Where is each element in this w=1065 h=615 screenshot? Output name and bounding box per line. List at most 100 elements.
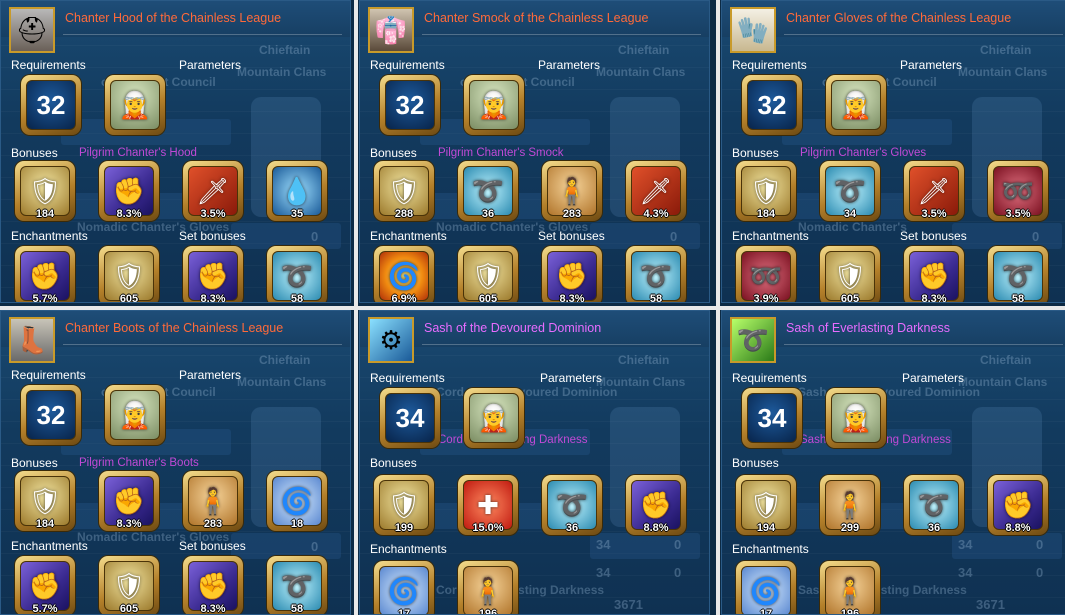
bonus-stat-tile[interactable]: 🧍 283 <box>542 161 602 221</box>
hood-icon: ⛑ <box>9 7 55 53</box>
bonus-stat-tile[interactable]: ➿ 3.5% <box>988 161 1048 221</box>
item-set-name: Pilgrim Chanter's Smock <box>438 147 564 159</box>
bonus-stat-tile[interactable]: ✊ 8.3% <box>99 161 159 221</box>
bonus-stat-tile[interactable]: ➰ 34 <box>820 161 880 221</box>
ghost-count: 34 <box>958 537 973 552</box>
attack-sword-icon-glyph: 🗡 <box>917 176 951 206</box>
class-requirement-tile[interactable]: 🧝 <box>464 75 524 135</box>
bonus-stat-tile[interactable]: 🛡 184 <box>15 471 75 531</box>
class-requirement-tile[interactable]: 🧝 <box>826 75 886 135</box>
bonus-stat-tile[interactable]: ➰ 36 <box>542 475 602 535</box>
enchantment-stat-tile[interactable]: 🌀 6.9% <box>374 246 434 302</box>
level-requirement-tile[interactable]: 32 <box>21 75 81 135</box>
enchantment-stat-tile[interactable]: ✊ 8.3% <box>183 556 243 614</box>
bonus-stat-tile[interactable]: 🛡 288 <box>374 161 434 221</box>
class-requirement-tile[interactable]: 🧝 <box>105 385 165 445</box>
enchantment-stat-tile[interactable]: 🧍 196 <box>820 561 880 614</box>
required-level: 34 <box>757 402 787 433</box>
hp-shield-icon-glyph: 🛡 <box>833 261 867 291</box>
enchantment-stat-tile[interactable]: ➰ 58 <box>988 246 1048 302</box>
body-icon-glyph: 🧍 <box>471 576 505 606</box>
spiral-icon-glyph: 🌀 <box>749 576 783 606</box>
section-label-requirements: Requirements <box>370 371 445 385</box>
class-requirement-tile[interactable]: 🧝 <box>464 388 524 448</box>
level-requirement-tile[interactable]: 32 <box>742 75 802 135</box>
ghost-count: 0 <box>311 539 319 554</box>
tooltip-title-bar: ⚙ Sash of the Devoured Dominion <box>360 311 709 363</box>
enchantment-stat-tile[interactable]: 🧍 196 <box>458 561 518 614</box>
enchantment-stat-tile[interactable]: ✊ 5.7% <box>15 556 75 615</box>
bonus-stat-tile[interactable]: ➰ 36 <box>904 475 964 535</box>
section-label-set-bonuses: Set bonuses <box>900 229 967 243</box>
crit-gauntlet-icon-glyph: ✊ <box>112 486 146 516</box>
bonus-stat-tile[interactable]: 🗡 3.5% <box>904 161 964 221</box>
tooltip-title-bar: ➰ Sash of Everlasting Darkness <box>722 311 1065 363</box>
level-requirement-tile[interactable]: 34 <box>380 388 440 448</box>
stat-value: 605 <box>119 293 139 303</box>
bonus-stat-tile[interactable]: ➰ 36 <box>458 161 518 221</box>
staff-icon-glyph: ➰ <box>1001 261 1035 291</box>
enchantment-stat-tile[interactable]: ➿ 3.9% <box>736 246 796 302</box>
enchantment-stat-tile[interactable]: 🌀 17 <box>736 561 796 614</box>
ghost-item-name-mid: Nomadic Chanter's <box>798 220 907 234</box>
bonus-stat-tile[interactable]: ✊ 8.3% <box>99 471 159 531</box>
enchantment-stat-tile[interactable]: ✊ 8.3% <box>542 246 602 302</box>
stat-value: 36 <box>565 522 579 534</box>
enchantment-stat-tile[interactable]: 🛡 605 <box>99 556 159 614</box>
bonus-stat-tile[interactable]: 🗡 3.5% <box>183 161 243 221</box>
enchantment-stat-tile[interactable]: ✊ 8.3% <box>183 246 243 303</box>
section-label-parameters: Parameters <box>179 58 242 72</box>
stat-value: 35 <box>290 208 304 220</box>
bonus-stat-tile[interactable]: ✊ 8.8% <box>988 475 1048 535</box>
chanter-class-icon-glyph: 🧝 <box>477 90 511 120</box>
bonus-stat-tile[interactable]: 🛡 199 <box>374 475 434 535</box>
stat-value: 283 <box>562 208 582 220</box>
bonus-stat-tile[interactable]: 💧 35 <box>267 161 327 221</box>
title-underline <box>63 344 342 345</box>
item-tooltip-panel: Chieftain Mountain Clans Cord of the Devou… <box>359 310 710 615</box>
panel-divider <box>354 0 358 615</box>
stat-value: 194 <box>756 522 776 534</box>
enchantment-stat-tile[interactable]: ➰ 58 <box>267 556 327 614</box>
enchantment-stat-tile[interactable]: ➰ 58 <box>626 246 686 302</box>
bonus-stat-tile[interactable]: 🗡 4.3% <box>626 161 686 221</box>
ghost-clan-label: Mountain Clans <box>596 65 686 79</box>
enchantment-stat-tile[interactable]: 🛡 605 <box>458 246 518 303</box>
bonus-stat-tile[interactable]: 🛡 184 <box>736 161 796 221</box>
stat-value: 605 <box>478 293 498 303</box>
item-title: Sash of the Devoured Dominion <box>424 321 602 335</box>
ghost-count: 0 <box>1036 537 1044 552</box>
enchantment-stat-tile[interactable]: 🌀 17 <box>374 561 434 614</box>
bonus-stat-tile[interactable]: 🧍 299 <box>820 475 880 535</box>
bonus-stat-tile[interactable]: ✊ 8.8% <box>626 475 686 535</box>
level-requirement-tile[interactable]: 34 <box>742 388 802 448</box>
class-requirement-tile[interactable]: 🧝 <box>105 75 165 135</box>
bonus-stat-tile[interactable]: 🛡 194 <box>736 475 796 535</box>
bonus-stat-tile[interactable]: ✚ 15.0% <box>458 475 518 535</box>
bonus-stat-tile[interactable]: 🌀 18 <box>267 471 327 531</box>
title-underline <box>784 344 1063 345</box>
enchantment-stat-tile[interactable]: 🛡 605 <box>820 246 880 302</box>
hp-shield-icon-glyph: 🛡 <box>471 261 505 291</box>
tooltip-title-bar: 👘 Chanter Smock of the Chainless League <box>360 1 709 53</box>
bonus-stat-tile[interactable]: 🛡 184 <box>15 161 75 221</box>
bonus-stat-tile[interactable]: 🧍 283 <box>183 471 243 531</box>
level-requirement-tile[interactable]: 32 <box>380 75 440 135</box>
ghost-count: 0 <box>1032 229 1040 244</box>
stat-value: 8.8% <box>643 522 669 534</box>
water-drop-icon-glyph: 💧 <box>280 176 314 206</box>
enchantment-stat-tile[interactable]: ➰ 58 <box>267 246 327 302</box>
enchantment-stat-tile[interactable]: 🛡 605 <box>99 246 159 303</box>
enchantment-stat-tile[interactable]: ✊ 5.7% <box>15 246 75 302</box>
stat-value: 5.7% <box>32 603 58 615</box>
enchantment-stat-tile[interactable]: ✊ 8.3% <box>904 246 964 302</box>
ghost-count: 0 <box>674 565 682 580</box>
ghost-chieftain-label: Chieftain <box>980 353 1032 367</box>
item-tooltip-panel: ChieftainMountain Clansof the Great Coun… <box>0 310 351 615</box>
class-requirement-tile[interactable]: 🧝 <box>826 388 886 448</box>
stat-value: 8.3% <box>200 293 226 303</box>
ghost-clan-label: Mountain Clans <box>237 375 327 389</box>
boots-icon: 👢 <box>9 317 55 363</box>
body-icon-glyph: 🧍 <box>555 176 589 206</box>
level-requirement-tile[interactable]: 32 <box>21 385 81 445</box>
